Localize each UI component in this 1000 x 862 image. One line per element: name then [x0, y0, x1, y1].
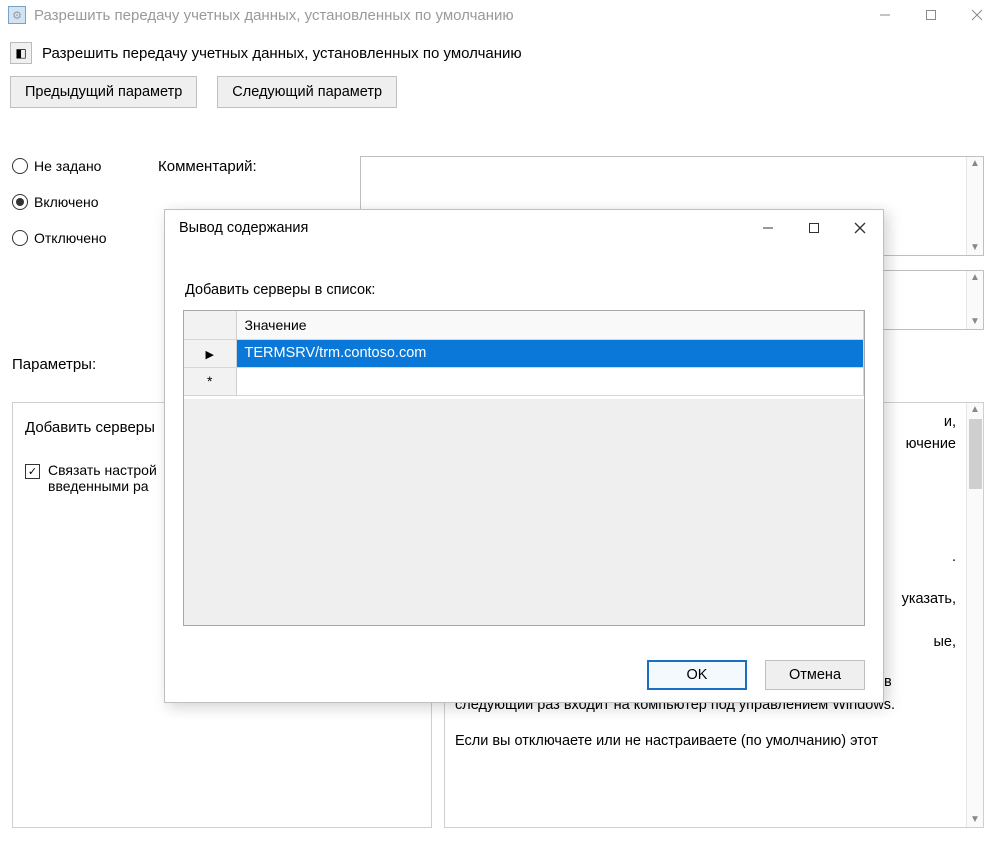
- cancel-button[interactable]: Отмена: [765, 660, 865, 690]
- nav-buttons: Предыдущий параметр Следующий параметр: [0, 72, 1000, 122]
- dialog-title: Вывод содержания: [179, 220, 745, 236]
- servers-grid[interactable]: Значение ▶ TERMSRV/trm.contoso.com *: [183, 310, 865, 626]
- window-titlebar: ⚙ Разрешить передачу учетных данных, уст…: [0, 0, 1000, 30]
- grid-empty-area: [184, 399, 864, 625]
- grid-cell-empty[interactable]: [236, 367, 864, 395]
- scrollbar[interactable]: ▲ ▼: [966, 157, 983, 255]
- show-contents-dialog: Вывод содержания Добавить серверы в спис…: [164, 209, 884, 703]
- checkbox-icon: ✓: [25, 464, 40, 479]
- grid-row-new[interactable]: *: [184, 367, 864, 395]
- help-fragment: указать,: [902, 591, 956, 607]
- radio-icon: [12, 194, 28, 210]
- radio-enabled[interactable]: Включено: [12, 194, 107, 210]
- radio-label: Включено: [34, 194, 99, 210]
- parameters-label: Параметры:: [12, 356, 96, 373]
- grid-column-header[interactable]: Значение: [236, 311, 864, 339]
- scroll-down-icon: ▼: [970, 243, 980, 253]
- dialog-maximize-button[interactable]: [791, 210, 837, 246]
- grid-cell-value[interactable]: TERMSRV/trm.contoso.com: [236, 339, 864, 367]
- grid-label: Добавить серверы в список:: [185, 282, 865, 298]
- radio-label: Не задано: [34, 158, 101, 174]
- dialog-titlebar: Вывод содержания: [165, 210, 883, 246]
- scroll-thumb[interactable]: [969, 419, 982, 489]
- dialog-window-controls: [745, 210, 883, 246]
- scroll-up-icon: ▲: [970, 273, 980, 283]
- scroll-up-icon: ▲: [970, 405, 980, 415]
- window-title: Разрешить передачу учетных данных, устан…: [34, 7, 862, 24]
- current-row-icon: ▶: [206, 349, 214, 361]
- help-fragment: ые,: [933, 634, 956, 650]
- grid-corner-cell: [184, 311, 236, 339]
- radio-icon: [12, 230, 28, 246]
- checkbox-label-line2: введенными ра: [48, 478, 149, 494]
- minimize-button[interactable]: [862, 0, 908, 30]
- next-setting-button[interactable]: Следующий параметр: [217, 76, 397, 108]
- policy-title: Разрешить передачу учетных данных, устан…: [42, 45, 522, 62]
- app-icon: ⚙: [8, 6, 26, 24]
- dialog-footer: OK Отмена: [647, 660, 865, 690]
- help-paragraph: Если вы отключаете или не настраиваете (…: [455, 730, 956, 752]
- policy-icon: ◧: [10, 42, 32, 64]
- comment-label: Комментарий:: [158, 158, 257, 175]
- radio-disabled[interactable]: Отключено: [12, 230, 107, 246]
- grid-row-header: ▶: [184, 339, 236, 367]
- radio-label: Отключено: [34, 230, 107, 246]
- dialog-close-button[interactable]: [837, 210, 883, 246]
- ok-button[interactable]: OK: [647, 660, 747, 690]
- radio-not-configured[interactable]: Не задано: [12, 158, 107, 174]
- dialog-body: Добавить серверы в список: Значение ▶ TE…: [165, 246, 883, 626]
- checkbox-label: Связать настрой введенными ра: [48, 462, 157, 494]
- scroll-down-icon: ▼: [970, 815, 980, 825]
- dialog-minimize-button[interactable]: [745, 210, 791, 246]
- help-fragment: .: [952, 549, 956, 565]
- scroll-up-icon: ▲: [970, 159, 980, 169]
- grid-header-row: Значение: [184, 311, 864, 339]
- grid-row-header: *: [184, 367, 236, 395]
- new-row-icon: *: [207, 373, 212, 389]
- window-controls: [862, 0, 1000, 30]
- grid-row-selected[interactable]: ▶ TERMSRV/trm.contoso.com: [184, 339, 864, 367]
- policy-header: ◧ Разрешить передачу учетных данных, уст…: [0, 30, 1000, 72]
- radio-icon: [12, 158, 28, 174]
- scrollbar[interactable]: ▲ ▼: [966, 403, 983, 827]
- maximize-button[interactable]: [908, 0, 954, 30]
- help-fragment: и,: [944, 414, 956, 430]
- policy-state-radiogroup: Не задано Включено Отключено: [12, 158, 107, 246]
- scrollbar[interactable]: ▲ ▼: [966, 271, 983, 329]
- help-fragment: ючение: [906, 436, 956, 452]
- checkbox-label-line1: Связать настрой: [48, 462, 157, 478]
- close-button[interactable]: [954, 0, 1000, 30]
- previous-setting-button[interactable]: Предыдущий параметр: [10, 76, 197, 108]
- scroll-down-icon: ▼: [970, 317, 980, 327]
